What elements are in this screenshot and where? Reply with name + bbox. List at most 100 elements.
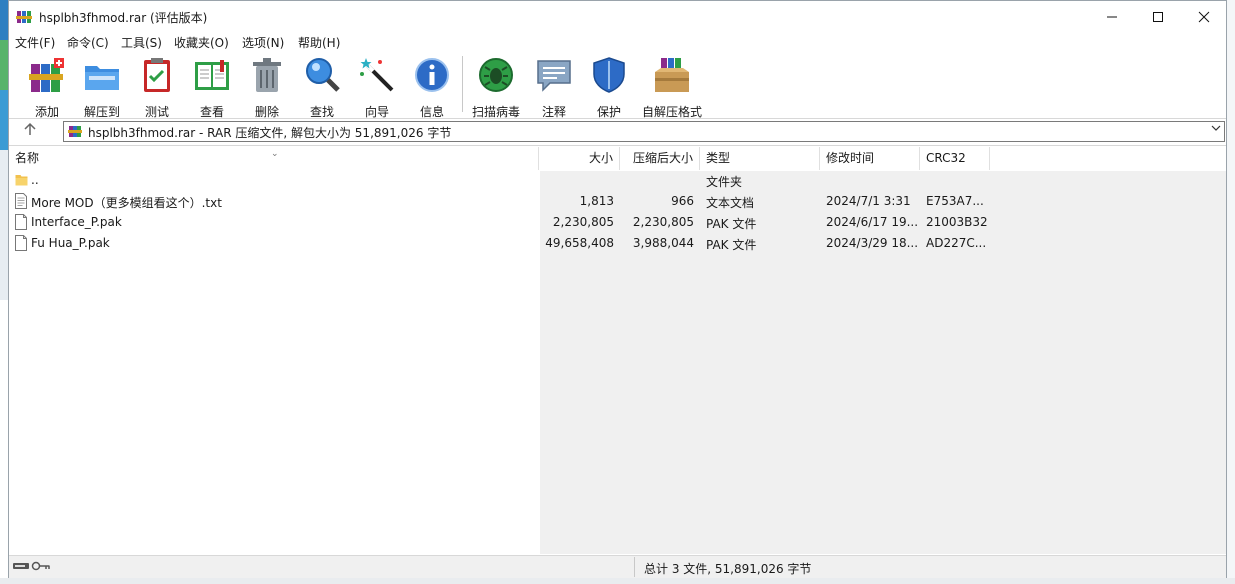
desktop-background-right — [1227, 0, 1235, 584]
info-icon — [415, 58, 449, 92]
info-button[interactable]: 信息 — [404, 56, 460, 120]
col-name-label: 名称 — [15, 151, 40, 165]
file-crc: E753A7... — [926, 194, 984, 208]
column-header: 名称 ⌄ 大小 压缩后大小 类型 修改时间 CRC32 — [9, 147, 1226, 170]
file-icon — [15, 235, 27, 251]
file-name: Interface_P.pak — [31, 215, 122, 229]
menu-options[interactable]: 选项(N) — [242, 34, 284, 51]
col-modified-label: 修改时间 — [826, 151, 875, 165]
info-label: 信息 — [419, 105, 444, 119]
col-name[interactable]: 名称 ⌄ — [9, 147, 539, 170]
file-name: Fu Hua_P.pak — [31, 236, 110, 250]
file-type: 文件夹 — [706, 175, 743, 189]
archive-icon — [68, 126, 82, 137]
wizard-wand-icon — [360, 58, 394, 92]
find-button[interactable]: 查找 — [294, 56, 350, 120]
view-label: 查看 — [199, 105, 224, 119]
desktop-background-left — [0, 0, 8, 584]
view-book-icon — [195, 60, 229, 90]
address-text: hsplbh3fhmod.rar - RAR 压缩文件, 解包大小为 51,89… — [88, 126, 452, 140]
winrar-window: hsplbh3fhmod.rar (评估版本) 文件(F) 命令(C) 工具(S… — [8, 0, 1227, 578]
extract-to-button[interactable]: 解压到 — [74, 56, 130, 120]
file-icon — [15, 214, 27, 230]
menu-bar: 文件(F) 命令(C) 工具(S) 收藏夹(O) 选项(N) 帮助(H) — [9, 32, 1226, 52]
col-type-label: 类型 — [706, 151, 731, 165]
menu-command[interactable]: 命令(C) — [67, 34, 109, 51]
add-books-icon — [29, 58, 64, 92]
table-row[interactable]: Interface_P.pak 2,230,805 2,230,805 PAK … — [9, 212, 1226, 233]
col-size[interactable]: 大小 — [539, 147, 620, 170]
col-type[interactable]: 类型 — [700, 147, 820, 170]
status-bar: 总计 3 文件, 51,891,026 字节 — [9, 555, 1226, 578]
extract-to-label: 解压到 — [83, 105, 120, 119]
wizard-button[interactable]: 向导 — [349, 56, 405, 120]
file-type: PAK 文件 — [706, 217, 757, 231]
col-modified[interactable]: 修改时间 — [820, 147, 920, 170]
sfx-box-icon — [655, 58, 689, 92]
menu-help[interactable]: 帮助(H) — [298, 34, 340, 51]
add-button[interactable]: 添加 — [19, 56, 75, 120]
col-crc[interactable]: CRC32 — [920, 147, 990, 170]
maximize-icon — [1153, 11, 1163, 22]
virus-scan-button[interactable]: 扫描病毒 — [468, 56, 524, 120]
protect-label: 保护 — [596, 105, 621, 119]
file-type: PAK 文件 — [706, 238, 757, 252]
title-bar[interactable]: hsplbh3fhmod.rar (评估版本) — [9, 1, 1226, 32]
col-packed-label: 压缩后大小 — [632, 151, 693, 165]
maximize-button[interactable] — [1135, 1, 1181, 32]
test-clipboard-icon — [144, 58, 170, 92]
menu-favorites[interactable]: 收藏夹(O) — [174, 34, 229, 51]
file-crc: AD227C... — [926, 236, 987, 250]
shield-icon — [593, 57, 625, 93]
comment-label: 注释 — [541, 105, 566, 119]
comment-button[interactable]: 注释 — [526, 56, 582, 120]
find-label: 查找 — [309, 105, 334, 119]
sfx-label: 自解压格式 — [641, 105, 702, 119]
chevron-down-icon[interactable] — [1211, 123, 1221, 136]
minimize-icon — [1107, 16, 1117, 17]
virus-scan-label: 扫描病毒 — [471, 105, 520, 119]
file-packed-size: 2,230,805 — [632, 215, 694, 229]
trash-icon — [253, 58, 281, 92]
file-name: More MOD（更多模组看这个）.txt — [31, 196, 222, 210]
close-button[interactable] — [1181, 1, 1227, 32]
wizard-label: 向导 — [364, 105, 389, 119]
file-packed-size: 3,988,044 — [632, 236, 694, 250]
delete-button[interactable]: 删除 — [239, 56, 295, 120]
sort-caret-icon: ⌄ — [271, 149, 279, 159]
col-crc-label: CRC32 — [926, 151, 966, 165]
sfx-button[interactable]: 自解压格式 — [640, 56, 704, 120]
table-row[interactable]: Fu Hua_P.pak 49,658,408 3,988,044 PAK 文件… — [9, 233, 1226, 254]
winrar-app-icon — [16, 11, 32, 23]
file-type: 文本文档 — [706, 196, 755, 210]
menu-file[interactable]: 文件(F) — [15, 34, 55, 51]
col-packed[interactable]: 压缩后大小 — [620, 147, 700, 170]
arrow-up-icon — [24, 122, 36, 135]
table-row[interactable]: .. 文件夹 — [9, 170, 1226, 191]
add-label: 添加 — [34, 105, 59, 119]
desktop-background-bottom — [0, 578, 1235, 584]
file-packed-size: 966 — [671, 194, 694, 208]
table-row[interactable]: More MOD（更多模组看这个）.txt 1,813 966 文本文档 202… — [9, 191, 1226, 212]
view-button[interactable]: 查看 — [184, 56, 240, 120]
protect-button[interactable]: 保护 — [581, 56, 637, 120]
test-button[interactable]: 测试 — [129, 56, 185, 120]
file-modified: 2024/7/1 3:31 — [826, 194, 911, 208]
menu-tools[interactable]: 工具(S) — [121, 34, 162, 51]
file-crc: 21003B32 — [926, 215, 988, 229]
file-name: .. — [31, 173, 39, 187]
address-field[interactable]: hsplbh3fhmod.rar - RAR 压缩文件, 解包大小为 51,89… — [63, 121, 1225, 142]
file-size: 1,813 — [579, 194, 614, 208]
magnifier-icon — [306, 58, 340, 92]
comment-icon — [537, 60, 571, 92]
delete-label: 删除 — [254, 105, 279, 119]
drive-key-icon — [13, 560, 53, 575]
minimize-button[interactable] — [1089, 1, 1135, 32]
up-folder-button[interactable] — [19, 122, 41, 142]
col-size-label: 大小 — [588, 151, 613, 165]
file-modified: 2024/3/29 18... — [826, 236, 919, 250]
text-file-icon — [15, 193, 27, 209]
status-separator — [634, 557, 635, 577]
test-label: 测试 — [144, 105, 169, 119]
file-modified: 2024/6/17 19... — [826, 215, 919, 229]
